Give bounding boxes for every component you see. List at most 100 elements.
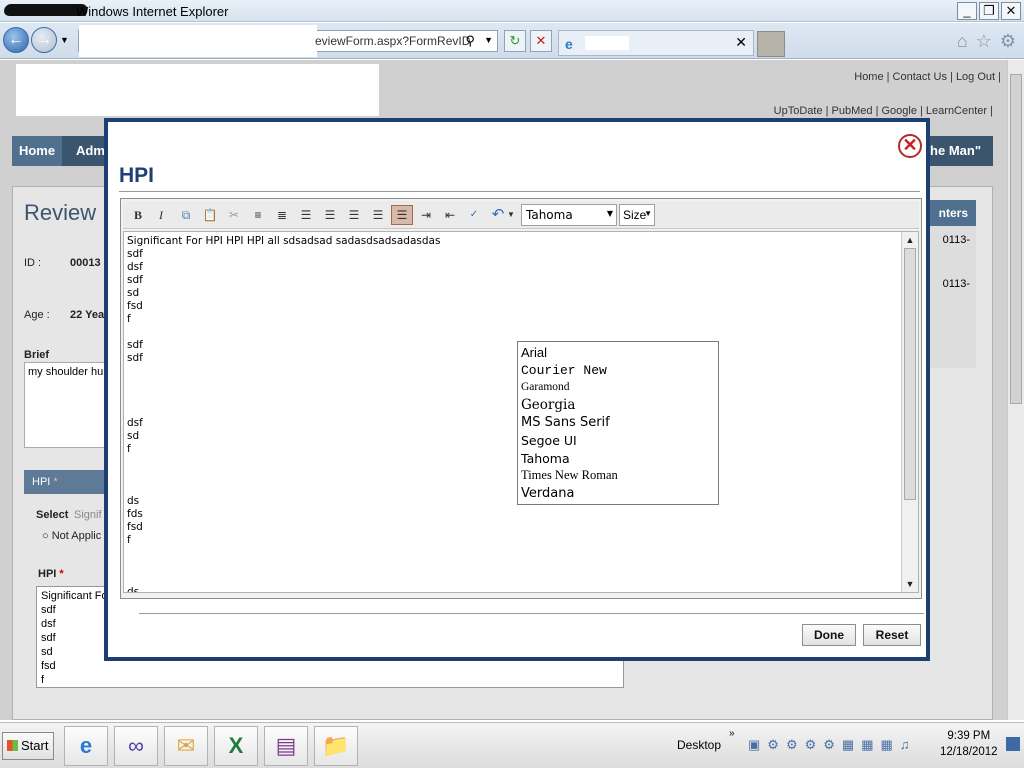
resource-links[interactable]: UpToDate | PubMed | Google | LearnCenter…: [774, 105, 993, 117]
align-center-icon[interactable]: ☰: [319, 205, 341, 225]
home-icon[interactable]: ⌂: [957, 31, 968, 52]
tray-icon[interactable]: ⚙: [786, 737, 798, 753]
network-icon[interactable]: ▣: [748, 737, 760, 753]
browser-command-icons: ⌂ ☆ ⚙: [957, 31, 1016, 52]
address-dropdown-icon[interactable]: ▼: [484, 35, 493, 45]
search-icon[interactable]: ⚲: [465, 33, 475, 49]
justify-icon[interactable]: ☰: [343, 205, 365, 225]
internet-explorer-icon[interactable]: e: [64, 726, 108, 766]
volume-icon[interactable]: ♫: [900, 737, 910, 753]
italic-icon[interactable]: I: [150, 205, 172, 225]
paste-icon[interactable]: 📋: [199, 205, 221, 225]
align-left-icon[interactable]: ☰: [295, 205, 317, 225]
forward-button[interactable]: →: [31, 27, 57, 53]
new-tab-button[interactable]: [757, 31, 785, 57]
font-option-times-new-roman[interactable]: Times New Roman: [521, 467, 715, 485]
font-option-arial[interactable]: Arial: [521, 344, 715, 362]
font-option-segoe-ui[interactable]: Segoe UI: [521, 432, 715, 450]
done-button[interactable]: Done: [802, 624, 856, 646]
bulleted-list-icon[interactable]: ≡: [247, 205, 269, 225]
numbered-list-icon[interactable]: ≣: [271, 205, 293, 225]
hpi-section-title: HPI: [32, 476, 51, 488]
cut-icon[interactable]: ✂: [223, 205, 245, 225]
outdent-icon[interactable]: ⇤: [439, 205, 461, 225]
font-option-ms-sans-serif[interactable]: MS Sans Serif: [521, 414, 715, 432]
folder-icon[interactable]: 📁: [314, 726, 358, 766]
bold-icon[interactable]: B: [127, 205, 149, 225]
editor-toolbar: B I ⧉ 📋 ✂ ≡ ≣ ☰ ☰ ☰ ☰ ☰ ⇥ ⇤ ✓ ↶ ▼ Tahoma…: [123, 201, 919, 229]
font-option-georgia[interactable]: Georgia: [521, 397, 715, 415]
brief-label: Brief: [24, 349, 50, 361]
font-family-select[interactable]: Tahoma ▼: [521, 204, 617, 226]
not-applicable-radio[interactable]: ○ Not Applic: [42, 530, 101, 542]
editor-line: dsf: [127, 417, 143, 429]
hpi-line: fsd: [41, 660, 56, 672]
tray-icon[interactable]: ⚙: [805, 737, 817, 753]
editor-line: dsf: [127, 261, 143, 273]
favorites-icon[interactable]: ☆: [976, 31, 992, 52]
chevron-down-icon: ▼: [606, 209, 613, 218]
font-dropdown-list: Arial Courier New Garamond Georgia MS Sa…: [517, 341, 719, 505]
refresh-icon[interactable]: ↻: [504, 30, 526, 52]
restore-button[interactable]: ❐: [979, 2, 999, 20]
editor-line: fds: [127, 508, 143, 520]
age-label: Age :: [24, 309, 50, 321]
page-scroll-thumb[interactable]: [1010, 74, 1022, 404]
reset-button[interactable]: Reset: [863, 624, 921, 646]
select-value[interactable]: Signif: [74, 509, 102, 521]
tab-close-icon[interactable]: ✕: [735, 34, 747, 51]
show-desktop-button[interactable]: [1006, 737, 1020, 751]
winrar-icon[interactable]: ▤: [264, 726, 308, 766]
id-value: 00013: [70, 257, 101, 269]
visual-studio-icon[interactable]: ∞: [114, 726, 158, 766]
desktop-toolbar[interactable]: Desktop »: [677, 728, 735, 752]
tray-icon[interactable]: ⚙: [767, 737, 779, 753]
tray-icon[interactable]: ▦: [842, 737, 854, 753]
font-size-value: Size: [623, 208, 647, 222]
not-applicable-label: Not Applic: [51, 530, 102, 542]
font-option-courier-new[interactable]: Courier New: [521, 362, 715, 380]
editor-scrollbar[interactable]: ▲ ▼: [901, 232, 918, 592]
undo-dropdown-icon[interactable]: ▼: [505, 205, 517, 225]
close-window-button[interactable]: ✕: [1001, 2, 1021, 20]
history-dropdown-icon[interactable]: ▼: [60, 35, 69, 45]
tools-icon[interactable]: ⚙: [1000, 31, 1016, 52]
scroll-up-icon[interactable]: ▲: [904, 234, 916, 246]
scroll-down-icon[interactable]: ▼: [904, 578, 916, 590]
minimize-button[interactable]: _: [957, 2, 977, 20]
font-option-garamond[interactable]: Garamond: [521, 379, 715, 397]
copy-icon[interactable]: ⧉: [175, 205, 197, 225]
address-bar[interactable]: eviewForm.aspx?FormRevID ⚲ ▼: [78, 25, 498, 57]
editor-text: Significant For HPI HPI HPI all sdsadsad…: [127, 235, 440, 592]
highlight-icon[interactable]: ☰: [391, 205, 413, 225]
indent-icon[interactable]: ⇥: [415, 205, 437, 225]
page-scrollbar[interactable]: [1007, 60, 1024, 720]
tray-icon[interactable]: ▦: [861, 737, 873, 753]
start-button[interactable]: Start: [2, 732, 54, 760]
close-icon[interactable]: ✕: [898, 134, 922, 158]
font-option-tahoma[interactable]: Tahoma: [521, 450, 715, 468]
nav-home[interactable]: Home: [12, 136, 62, 166]
redacted-url: [79, 25, 317, 57]
top-links[interactable]: Home | Contact Us | Log Out |: [854, 71, 1001, 83]
excel-icon[interactable]: X: [214, 726, 258, 766]
tray-icon[interactable]: ▦: [881, 737, 893, 753]
spellcheck-icon[interactable]: ✓: [463, 205, 485, 225]
editor-scroll-thumb[interactable]: [904, 248, 916, 500]
back-button[interactable]: ←: [3, 27, 29, 53]
hpi-label-text: HPI: [38, 568, 57, 580]
align-right-icon[interactable]: ☰: [367, 205, 389, 225]
font-option-verdana[interactable]: Verdana: [521, 485, 715, 503]
nav-admin[interactable]: Adm: [76, 143, 105, 158]
browser-tab[interactable]: e ✕: [558, 30, 754, 56]
editor-line: sdf: [127, 248, 143, 260]
clock[interactable]: 9:39 PM 12/18/2012: [940, 728, 998, 760]
stop-icon[interactable]: ✕: [530, 30, 552, 52]
font-size-select[interactable]: Size ▼: [619, 204, 655, 226]
outlook-icon[interactable]: ✉: [164, 726, 208, 766]
tray-icon[interactable]: ⚙: [823, 737, 835, 753]
